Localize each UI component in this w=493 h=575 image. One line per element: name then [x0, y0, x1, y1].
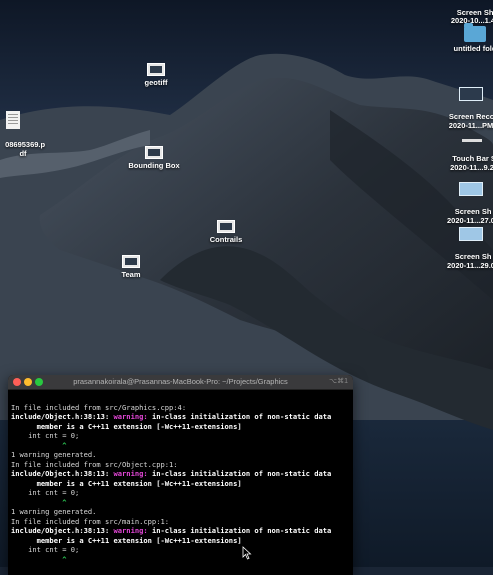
desktop-icon-label: Contrails	[209, 235, 243, 244]
desktop-icon-label: geotiff	[144, 78, 168, 87]
video-thumbnail-icon	[459, 87, 483, 102]
output-line: 1 warning generated.	[11, 450, 97, 459]
desktop-icon-contrails[interactable]: Contrails	[203, 220, 249, 245]
terminal-window[interactable]: prasannakoirala@Prasannas-MacBook-Pro: ~…	[8, 375, 353, 575]
output-line: include/Object.h:38:13: warning: in-clas…	[11, 526, 332, 535]
output-line: In file included from src/Graphics.cpp:4…	[11, 402, 187, 412]
touchbar-thumbnail-icon	[462, 139, 482, 143]
screenshot-thumbnail-icon	[459, 182, 483, 197]
terminal-output[interactable]: In file included from src/Graphics.cpp:4…	[8, 390, 353, 575]
terminal-shortcut: ⌥⌘1	[329, 378, 348, 385]
desktop-icon-team[interactable]: Team	[111, 255, 151, 280]
screenshot-thumbnail-icon	[459, 227, 483, 242]
screenshot-thumbnail-icon	[147, 63, 165, 76]
terminal-titlebar[interactable]: prasannakoirala@Prasannas-MacBook-Pro: ~…	[8, 375, 353, 390]
pdf-document-icon	[6, 111, 20, 130]
screenshot-thumbnail-icon	[122, 255, 140, 268]
output-line: int cnt = 0;	[11, 545, 80, 554]
output-line: member is a C++11 extension [-Wc++11-ext…	[11, 421, 242, 431]
output-line: In file included from src/main.cpp:1:	[11, 516, 170, 526]
terminal-title: prasannakoirala@Prasannas-MacBook-Pro: ~…	[73, 377, 288, 386]
desktop-icon-label: Team	[121, 270, 141, 279]
output-line: int cnt = 0;	[11, 488, 80, 497]
output-line: include/Object.h:38:13: warning: in-clas…	[11, 469, 332, 478]
output-line: ^	[11, 497, 67, 507]
screenshot-thumbnail-icon	[217, 220, 235, 233]
desktop-icon-bounding-box[interactable]: Bounding Box	[123, 146, 185, 171]
folder-icon	[464, 23, 486, 42]
desktop-icon-screenshot-3[interactable]: Screen Sh 2020-11...29.0	[445, 210, 493, 270]
mouse-pointer-icon	[242, 546, 252, 560]
output-line: ^	[11, 440, 67, 450]
output-line: In file included from src/Object.cpp:1:	[11, 459, 178, 469]
desktop-icon-label: Bounding Box	[128, 161, 180, 170]
desktop-icon-label: untitled fold	[453, 44, 493, 53]
output-line: 1 warning generated.	[11, 507, 97, 516]
output-line: ^	[11, 554, 67, 564]
output-line: include/Object.h:38:13: warning: in-clas…	[11, 412, 332, 421]
output-line: member is a C++11 extension [-Wc++11-ext…	[11, 535, 242, 545]
desktop-icon-untitled-folder[interactable]: untitled fold	[450, 23, 493, 54]
output-line: member is a C++11 extension [-Wc++11-ext…	[11, 478, 242, 488]
desktop-icon-geotiff[interactable]: geotiff	[133, 63, 179, 88]
screenshot-thumbnail-icon	[145, 146, 163, 159]
desktop-icon-pdf[interactable]: 08695369.p df	[0, 94, 46, 158]
desktop-icon-touch-bar[interactable]: Touch Bar S 2020-11...9.2	[447, 118, 493, 172]
output-line: int cnt = 0;	[11, 431, 80, 440]
desktop-icon-label: 08695369.p df	[5, 139, 46, 158]
desktop-icon-label: Screen Sh 2020-11...29.0	[447, 251, 493, 270]
desktop-icon-screenshot-1[interactable]: Screen Sh 2020-10...1.4	[448, 0, 493, 26]
